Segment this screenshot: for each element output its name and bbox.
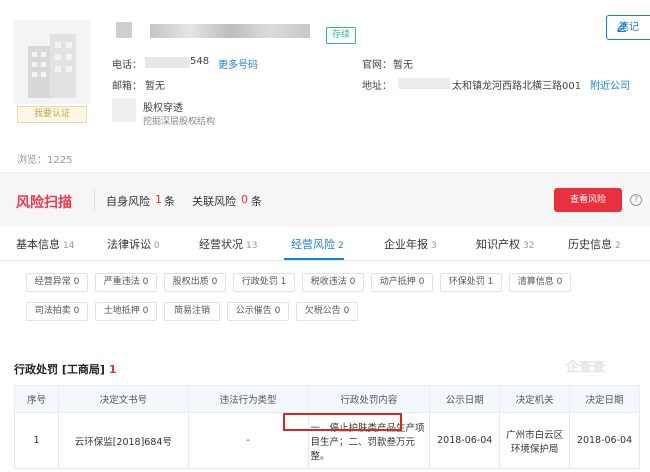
chip-administrative-penalty[interactable]: 行政处罚 1 [233, 273, 295, 292]
tab-label: 法律诉讼 [107, 238, 151, 251]
chip-tax-arrears[interactable]: 欠税公告 0 [296, 302, 358, 321]
tab-count: 2 [338, 241, 344, 251]
tab-count: 14 [63, 241, 75, 251]
self-risk-label: 自身风险 [106, 195, 150, 208]
tab-ip[interactable]: 知识产权 32 [476, 236, 534, 252]
related-risk-unit: 条 [251, 195, 262, 208]
phone-redacted [145, 57, 190, 68]
note-button[interactable]: 笔记 [606, 15, 650, 40]
header-authority: 决定机关 [499, 385, 571, 413]
tab-basic-info[interactable]: 基本信息 14 [16, 236, 74, 252]
chip-land-mortgage[interactable]: 土地抵押 0 [95, 302, 157, 321]
table-header-row: 序号 决定文书号 违法行为类型 行政处罚内容 公示日期 决定机关 决定日期 [14, 385, 640, 413]
related-risk-count: 0 [241, 193, 248, 206]
chip-public-notice[interactable]: 公示催告 0 [227, 302, 289, 321]
chip-abnormal-operation[interactable]: 经营异常 0 [26, 273, 88, 292]
header-index: 序号 [14, 385, 59, 413]
address-value: 太和镇龙河西路北横三路001 [452, 81, 582, 92]
self-risk-count: 1 [155, 193, 162, 206]
chip-chattel-mortgage[interactable]: 动产抵押 0 [371, 273, 433, 292]
company-logo [13, 20, 91, 104]
chip-simple-cancellation[interactable]: 简易注销 [164, 302, 220, 321]
tab-label: 经营风险 [291, 238, 335, 251]
risk-scan-bar: 风险扫描 自身风险 1 条 关联风险 0 条 查看风险 ? [0, 172, 650, 227]
cell-publish-date: 2018-06-04 [429, 412, 501, 469]
section-title-text: 行政处罚 [工商局] [14, 363, 105, 376]
company-header: 我要认证 存续 笔记 电话： 548 更多号码 官网： 暂无 邮箱： 暂无 地址… [0, 0, 650, 172]
tab-count: 32 [523, 241, 535, 251]
tab-count: 3 [431, 241, 437, 251]
tab-count: 13 [246, 241, 258, 251]
tab-history[interactable]: 历史信息 2 [568, 236, 621, 252]
nearby-companies-link[interactable]: 附近公司 [590, 77, 630, 92]
equity-icon[interactable] [112, 98, 136, 122]
equity-subtitle: 挖掘深层股权结构 [143, 117, 216, 127]
company-name-redacted [116, 22, 132, 38]
header-violation-type: 违法行为类型 [187, 385, 309, 413]
chip-equity-pledge[interactable]: 股权出质 0 [164, 273, 226, 292]
view-risk-button[interactable]: 查看风险 [554, 188, 622, 212]
divider [94, 189, 95, 211]
tab-bar: 基本信息 14 法律诉讼 0 经营状况 13 经营风险 2 企业年报 3 知识产权 32 历… [0, 227, 650, 261]
watermark: 企查查 [566, 360, 606, 375]
cell-authority: 广州市白云区环境保护局 [499, 412, 571, 469]
claim-button[interactable]: 我要认证 [17, 106, 87, 123]
address-label: 地址： [362, 81, 392, 92]
tab-label: 企业年报 [384, 238, 428, 251]
tab-operations[interactable]: 经营状况 13 [199, 236, 257, 252]
cell-index: 1 [14, 412, 59, 469]
status-badge: 存续 [326, 27, 356, 44]
highlight-box [283, 413, 402, 431]
email-value: 暂无 [145, 81, 165, 92]
tab-label: 知识产权 [476, 238, 520, 251]
tab-litigation[interactable]: 法律诉讼 0 [107, 236, 160, 252]
email-label: 邮箱： [112, 81, 142, 92]
risk-filter-chips: 经营异常 0 严重违法 0 股权出质 0 行政处罚 1 税收违法 0 动产抵押 … [0, 261, 650, 337]
header-publish-date: 公示日期 [429, 385, 501, 413]
building-icon [28, 34, 76, 98]
tab-business-risk[interactable]: 经营风险 2 [291, 236, 344, 252]
company-name-redacted [150, 24, 310, 38]
active-tab-indicator [284, 258, 344, 260]
tab-annual-report[interactable]: 企业年报 3 [384, 236, 437, 252]
chip-environmental-penalty[interactable]: 环保处罚 1 [440, 273, 502, 292]
risk-scan-logo: 风险扫描 [16, 195, 72, 211]
related-risk-label: 关联风险 [192, 195, 236, 208]
tab-count: 2 [615, 241, 621, 251]
section-title: 行政处罚 [工商局] 1 [14, 361, 117, 377]
equity-title[interactable]: 股权穿透 [143, 99, 183, 114]
header-doc-no: 决定文书号 [57, 385, 189, 413]
tab-label: 基本信息 [16, 238, 60, 251]
header-decision-date: 决定日期 [569, 385, 640, 413]
self-risk-unit: 条 [164, 195, 175, 208]
more-phones-link[interactable]: 更多号码 [218, 56, 258, 71]
cell-decision-date: 2018-06-04 [569, 412, 640, 469]
website-value: 暂无 [393, 60, 413, 71]
pencil-icon [617, 22, 627, 32]
chip-tax-violation[interactable]: 税收违法 0 [302, 273, 364, 292]
header-penalty-content: 行政处罚内容 [307, 385, 431, 413]
cell-doc-no[interactable]: 云环保监[2018]684号 [57, 412, 189, 469]
phone-value: 548 [190, 56, 210, 67]
tab-label: 经营状况 [199, 238, 243, 251]
phone-label: 电话： [112, 60, 142, 71]
tab-count: 0 [154, 241, 160, 251]
chip-serious-violation[interactable]: 严重违法 0 [95, 273, 157, 292]
help-icon[interactable]: ? [630, 194, 642, 206]
chip-liquidation[interactable]: 清算信息 0 [509, 273, 571, 292]
section-count: 1 [108, 363, 117, 376]
view-count: 浏览：1225 [17, 155, 73, 166]
tab-label: 历史信息 [568, 238, 612, 251]
chip-judicial-auction[interactable]: 司法拍卖 0 [26, 302, 88, 321]
address-redacted [398, 78, 450, 89]
website-label: 官网： [362, 60, 392, 71]
